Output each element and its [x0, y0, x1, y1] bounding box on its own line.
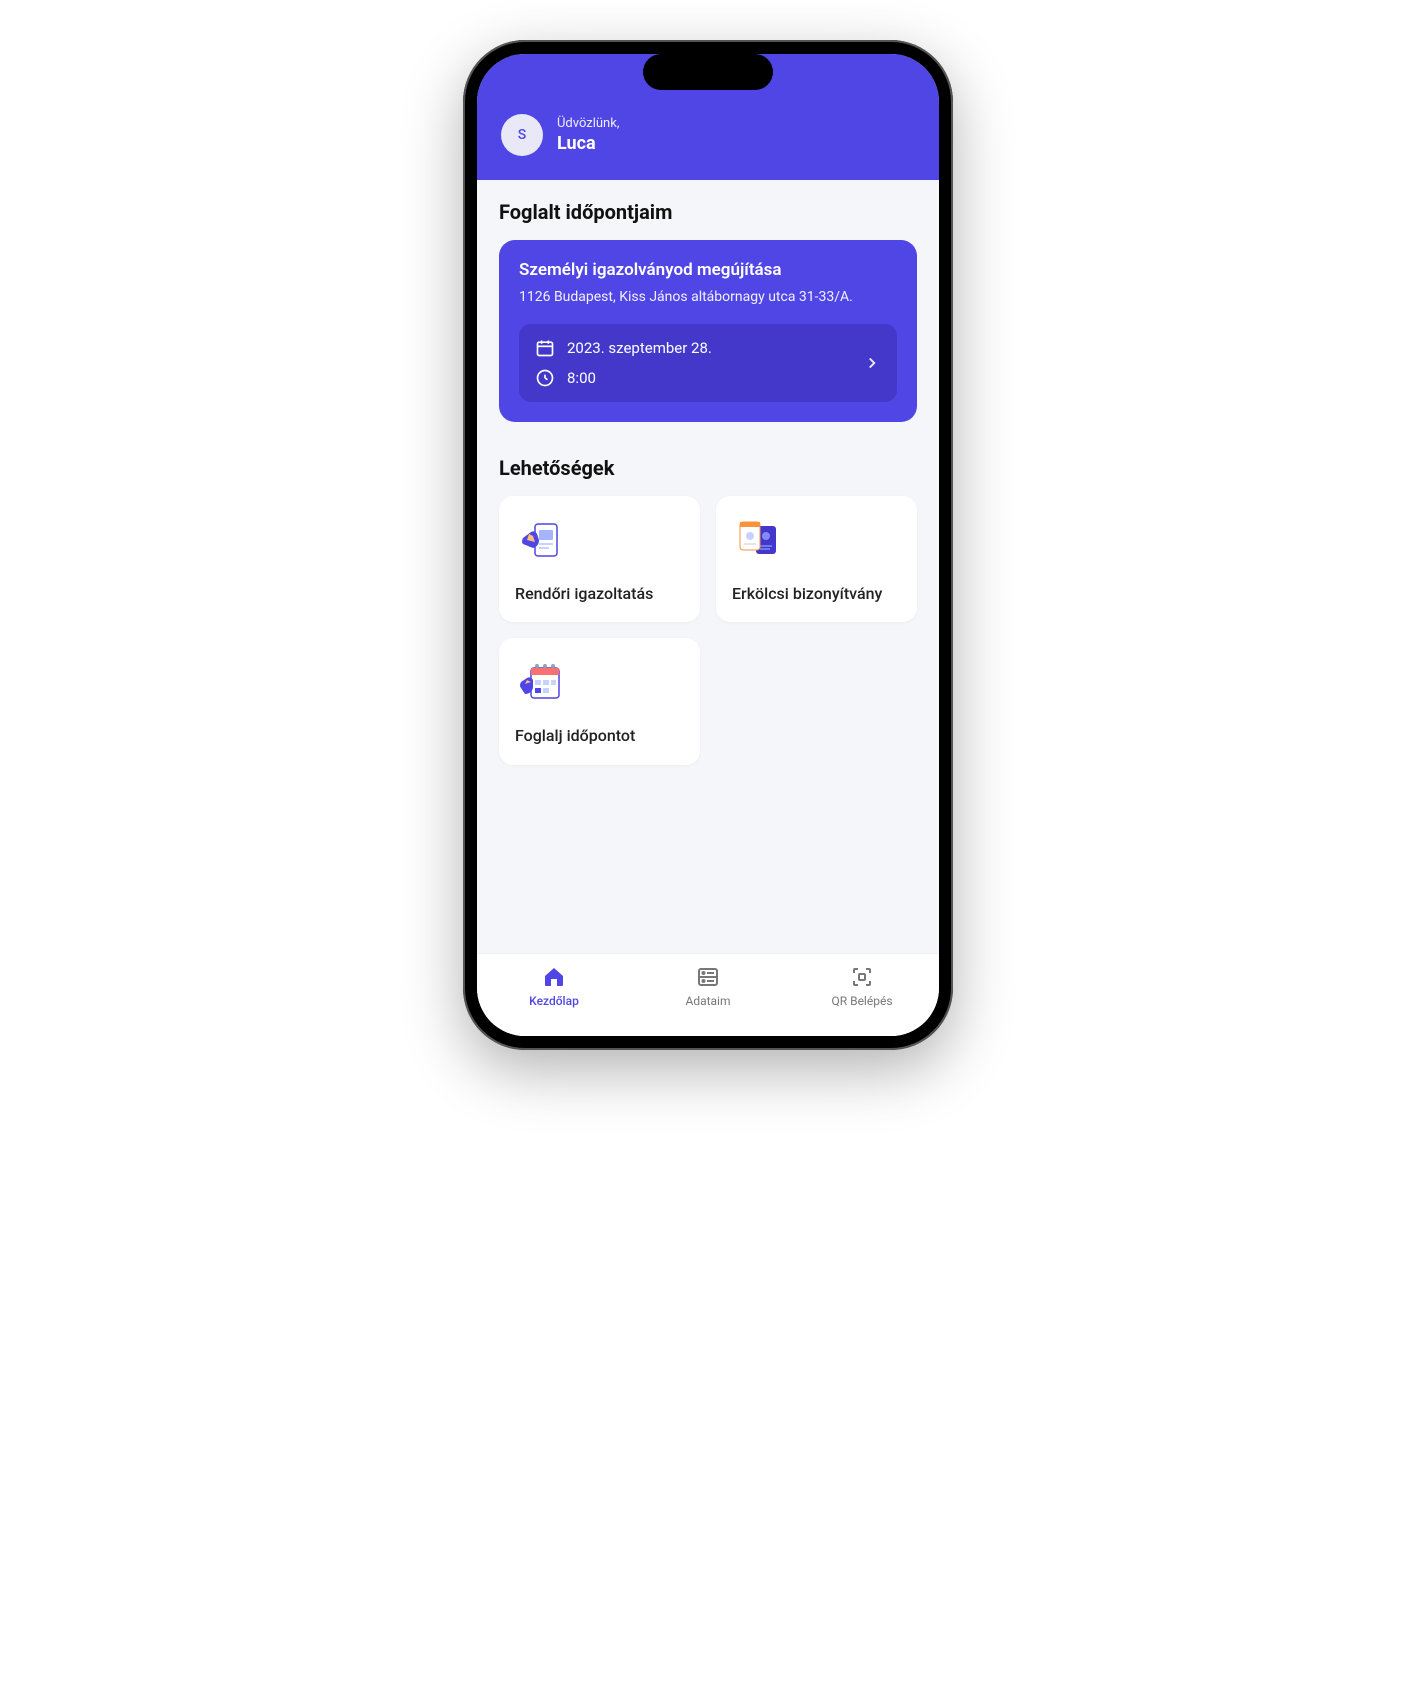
tab-label: Kezdőlap: [529, 994, 579, 1008]
tab-label: QR Belépés: [831, 994, 892, 1008]
tab-label: Adataim: [685, 994, 730, 1008]
options-title: Lehetőségek: [499, 456, 917, 480]
greeting-label: Üdvözlünk,: [557, 116, 619, 131]
option-label: Erkölcsi bizonyítvány: [732, 584, 901, 605]
phone-notch: [643, 54, 773, 90]
tab-qr[interactable]: QR Belépés: [817, 964, 907, 1008]
data-list-icon: [695, 964, 721, 990]
appointments-title: Foglalt időpontjaim: [499, 200, 917, 224]
options-grid: Rendőri igazoltatás: [499, 496, 917, 766]
appointment-card[interactable]: Személyi igazolványod megújítása 1126 Bu…: [499, 240, 917, 422]
app-screen: S Üdvözlünk, Luca Foglalt időpontjaim Sz…: [477, 54, 939, 1036]
home-icon: [541, 964, 567, 990]
appointment-time: 8:00: [567, 369, 596, 387]
chevron-right-icon: [863, 354, 881, 372]
calendar-booking-icon: [515, 656, 567, 708]
appointment-title: Személyi igazolványod megújítása: [519, 260, 897, 280]
tab-home[interactable]: Kezdőlap: [509, 964, 599, 1008]
appointment-datetime[interactable]: 2023. szeptember 28. 8:00: [519, 324, 897, 402]
option-label: Foglalj időpontot: [515, 726, 684, 747]
main-content: Foglalt időpontjaim Személyi igazolványo…: [477, 180, 939, 953]
appointment-date-row: 2023. szeptember 28.: [535, 338, 712, 358]
greeting-block: Üdvözlünk, Luca: [557, 116, 619, 154]
option-label: Rendőri igazoltatás: [515, 584, 684, 605]
tab-bar: Kezdőlap Adataim: [477, 953, 939, 1036]
appointment-time-row: 8:00: [535, 368, 712, 388]
tab-data[interactable]: Adataim: [663, 964, 753, 1008]
avatar[interactable]: S: [501, 114, 543, 156]
calendar-icon: [535, 338, 555, 358]
certificate-icon: [732, 514, 784, 566]
phone-frame: S Üdvözlünk, Luca Foglalt időpontjaim Sz…: [463, 40, 953, 1050]
police-id-icon: [515, 514, 567, 566]
option-card-police-id[interactable]: Rendőri igazoltatás: [499, 496, 700, 623]
appointment-datetime-info: 2023. szeptember 28. 8:00: [535, 338, 712, 388]
clock-icon: [535, 368, 555, 388]
appointment-date: 2023. szeptember 28.: [567, 339, 712, 357]
option-card-booking[interactable]: Foglalj időpontot: [499, 638, 700, 765]
option-card-certificate[interactable]: Erkölcsi bizonyítvány: [716, 496, 917, 623]
avatar-letter: S: [518, 127, 526, 143]
qr-icon: [849, 964, 875, 990]
greeting-name: Luca: [557, 133, 619, 154]
appointment-address: 1126 Budapest, Kiss János altábornagy ut…: [519, 288, 897, 308]
